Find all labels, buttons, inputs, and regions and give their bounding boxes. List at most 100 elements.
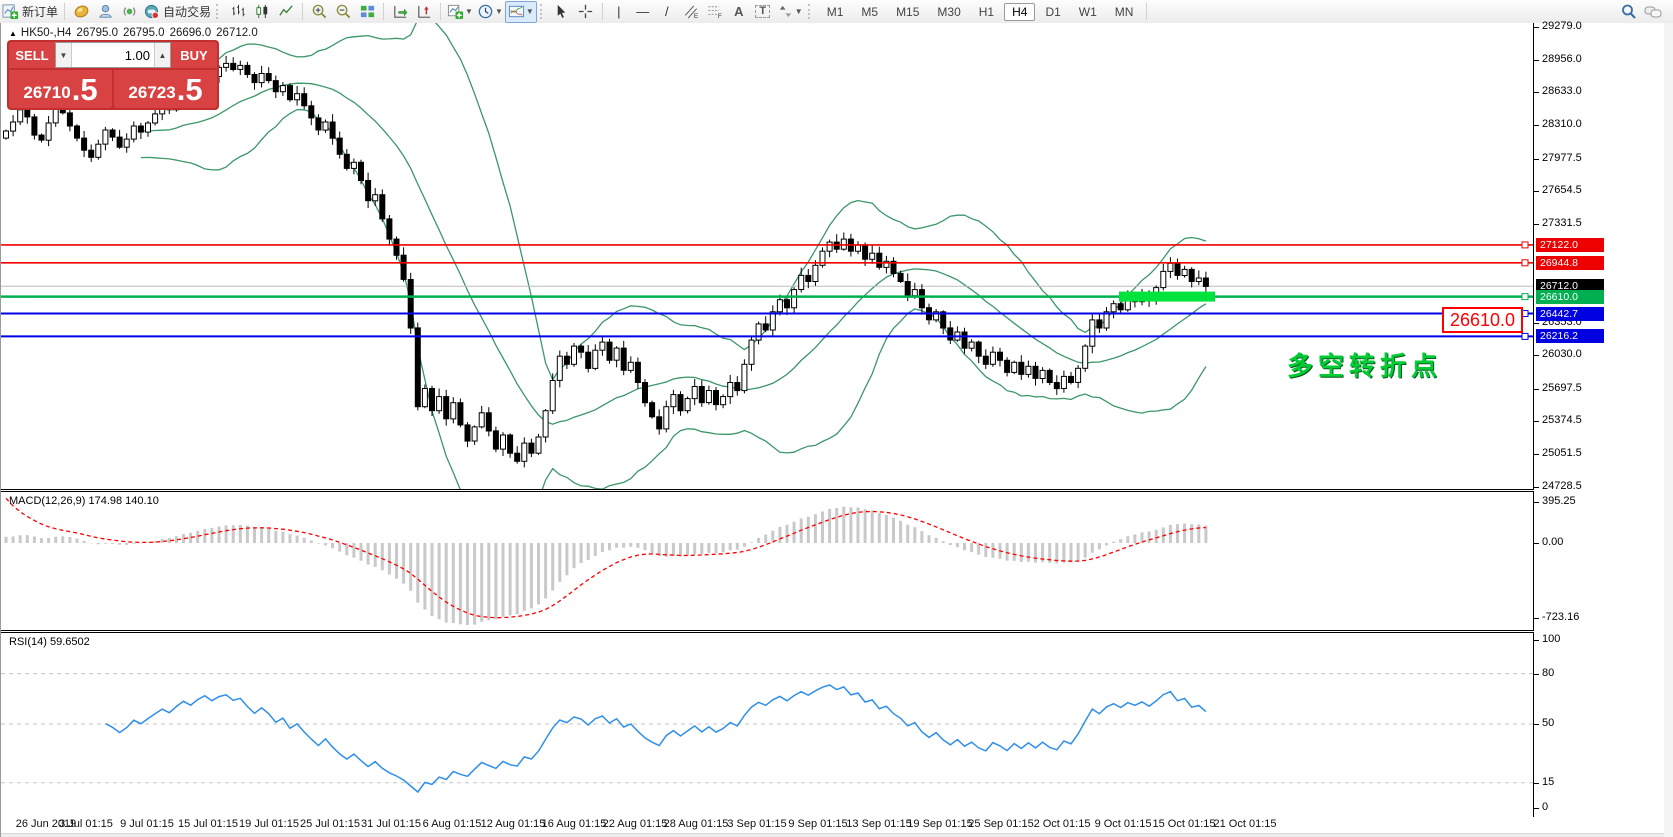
auto-scroll-button[interactable] bbox=[388, 2, 412, 22]
rsi-tick: 0 bbox=[1542, 801, 1548, 813]
timeframe-m5[interactable]: M5 bbox=[853, 3, 886, 21]
chart-shift-button[interactable] bbox=[412, 2, 436, 22]
text-button[interactable]: A bbox=[727, 2, 751, 22]
price-line-label: 26216.2 bbox=[1536, 329, 1604, 343]
buy-price-big: .5 bbox=[177, 74, 203, 105]
time-axis-label: 13 Sep 01:15 bbox=[846, 818, 911, 830]
ohlc-close: 26712.0 bbox=[216, 27, 258, 39]
chart-window[interactable]: ▲HK50-,H426795.026795.026696.026712.0 SE… bbox=[0, 23, 1673, 837]
separator bbox=[440, 3, 441, 20]
price-scale[interactable]: 29279.028956.028633.028310.027977.527654… bbox=[1534, 23, 1673, 816]
time-axis-label: 22 Aug 01:15 bbox=[603, 818, 668, 830]
equidistant-channel-icon: E bbox=[682, 3, 700, 20]
time-axis[interactable]: 26 Jun 20193 Jul 01:159 Jul 01:1515 Jul … bbox=[1, 816, 1533, 833]
buy-price[interactable]: 26723.5 bbox=[114, 70, 217, 108]
time-axis-label: 28 Aug 01:15 bbox=[664, 818, 729, 830]
trendline-icon: / bbox=[665, 5, 669, 18]
auto-scroll-icon bbox=[392, 3, 409, 20]
candlestick-chart-button[interactable] bbox=[250, 2, 274, 22]
trendline-button[interactable]: / bbox=[655, 2, 679, 22]
expand-icon[interactable]: ▲ bbox=[9, 29, 17, 38]
timeframe-h4[interactable]: H4 bbox=[1004, 3, 1035, 21]
signals-icon bbox=[121, 3, 138, 20]
bar-chart-icon bbox=[230, 3, 247, 20]
rsi-pane[interactable]: RSI(14) 59.6502 bbox=[1, 633, 1534, 817]
time-axis-label: 9 Sep 01:15 bbox=[788, 818, 847, 830]
profile-button[interactable] bbox=[93, 2, 117, 22]
market-watch-icon bbox=[73, 3, 90, 20]
dropdown-caret: ▼ bbox=[526, 7, 534, 16]
vertical-line-button[interactable]: | bbox=[607, 2, 631, 22]
crosshair-button[interactable] bbox=[574, 2, 598, 22]
rsi-tick: 15 bbox=[1542, 776, 1554, 788]
buy-button[interactable]: BUY bbox=[171, 42, 217, 68]
rsi-chart[interactable] bbox=[1, 633, 1533, 816]
sell-price-big: .5 bbox=[72, 74, 98, 105]
rsi-label: RSI(14) 59.6502 bbox=[9, 636, 90, 648]
crosshair-icon bbox=[577, 3, 594, 20]
search-button[interactable] bbox=[1617, 2, 1641, 22]
sell-price[interactable]: 26710.5 bbox=[9, 70, 112, 108]
sell-button[interactable]: SELL bbox=[9, 42, 55, 68]
symbol-title: HK50-,H4 bbox=[21, 27, 72, 39]
price-tick: 29279.0 bbox=[1542, 20, 1582, 32]
time-axis-label: 12 Aug 01:15 bbox=[481, 818, 546, 830]
timeframe-w1[interactable]: W1 bbox=[1071, 3, 1105, 21]
text-label-button[interactable]: T bbox=[751, 2, 775, 22]
chat-button[interactable] bbox=[1641, 2, 1665, 22]
tile-windows-button[interactable] bbox=[355, 2, 379, 22]
signals-button[interactable] bbox=[117, 2, 141, 22]
time-axis-label: 25 Jul 01:15 bbox=[300, 818, 360, 830]
indicators-button[interactable]: ▼ bbox=[445, 2, 475, 22]
toolbar-grip[interactable] bbox=[216, 4, 221, 19]
macd-pane[interactable]: MACD(12,26,9) 174.98 140.10 bbox=[1, 492, 1534, 630]
toolbar-grip[interactable] bbox=[540, 4, 545, 19]
main-chart-pane[interactable] bbox=[1, 23, 1534, 489]
new-order-button[interactable]: 新订单 bbox=[0, 2, 60, 22]
periods-button[interactable]: ▼ bbox=[475, 2, 505, 22]
fibonacci-button[interactable]: F bbox=[703, 2, 727, 22]
price-tick: 27977.5 bbox=[1542, 152, 1582, 164]
toolbar-grip[interactable] bbox=[808, 4, 813, 19]
timeframe-d1[interactable]: D1 bbox=[1037, 3, 1068, 21]
timeframe-m15[interactable]: M15 bbox=[888, 3, 927, 21]
price-tick: 27331.5 bbox=[1542, 217, 1582, 229]
volume-up-button[interactable]: ▲ bbox=[154, 43, 170, 67]
one-click-trading-panel: SELL ▼ ▲ BUY 26710.5 26723.5 bbox=[7, 40, 219, 110]
market-watch-button[interactable] bbox=[69, 2, 93, 22]
dropdown-caret: ▼ bbox=[795, 7, 803, 16]
timeframe-m30[interactable]: M30 bbox=[929, 3, 968, 21]
autotrade-button[interactable]: 自动交易 bbox=[141, 2, 213, 22]
channel-button[interactable]: E bbox=[679, 2, 703, 22]
separator bbox=[602, 3, 603, 20]
hline-price-label[interactable]: 26610.0 bbox=[1442, 307, 1523, 333]
zoom-in-icon bbox=[311, 3, 328, 20]
search-icon bbox=[1620, 3, 1638, 21]
chart-annotation[interactable]: 多空转折点 bbox=[1287, 346, 1442, 383]
zoom-in-button[interactable] bbox=[307, 2, 331, 22]
arrows-button[interactable]: ▼ bbox=[775, 2, 805, 22]
sell-price-main: 26710 bbox=[23, 81, 70, 105]
price-tick: 25374.5 bbox=[1542, 414, 1582, 426]
timeframe-h1[interactable]: H1 bbox=[971, 3, 1002, 21]
templates-button[interactable]: ▼ bbox=[505, 1, 537, 23]
macd-label: MACD(12,26,9) 174.98 140.10 bbox=[9, 495, 159, 507]
price-tick: 26030.0 bbox=[1542, 348, 1582, 360]
timeframe-m1[interactable]: M1 bbox=[819, 3, 852, 21]
window-bottom-strip bbox=[1, 833, 1673, 837]
volume-input[interactable] bbox=[72, 43, 154, 67]
timeframe-mn[interactable]: MN bbox=[1107, 3, 1142, 21]
volume-down-button[interactable]: ▼ bbox=[56, 43, 72, 67]
time-axis-label: 2 Oct 01:15 bbox=[1034, 818, 1091, 830]
zoom-out-button[interactable] bbox=[331, 2, 355, 22]
new-order-label: 新订单 bbox=[22, 3, 58, 20]
candlestick-chart[interactable] bbox=[1, 23, 1533, 489]
macd-chart[interactable] bbox=[1, 492, 1533, 630]
line-chart-button[interactable] bbox=[274, 2, 298, 22]
macd-tick: 395.25 bbox=[1542, 495, 1576, 507]
bar-chart-button[interactable] bbox=[226, 2, 250, 22]
cursor-button[interactable] bbox=[550, 2, 574, 22]
time-axis-label: 25 Sep 01:15 bbox=[968, 818, 1033, 830]
horizontal-line-button[interactable]: — bbox=[631, 2, 655, 22]
cursor-icon bbox=[553, 3, 570, 20]
